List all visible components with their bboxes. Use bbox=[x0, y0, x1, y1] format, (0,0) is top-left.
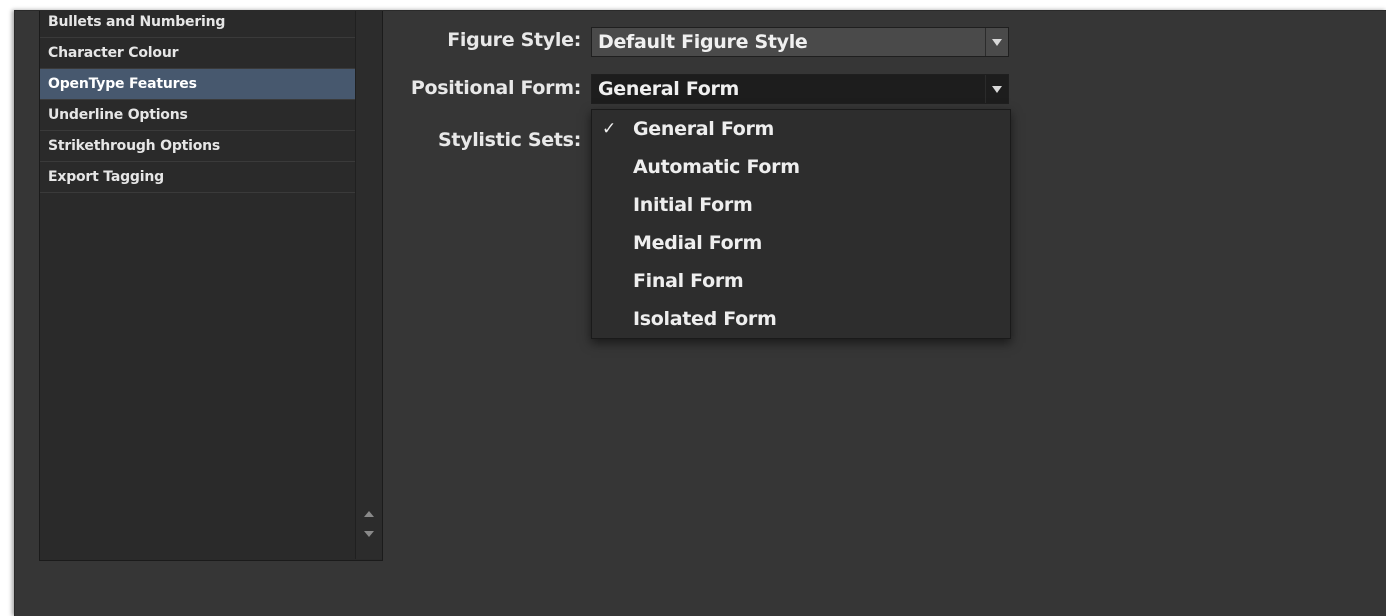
category-character-colour[interactable]: Character Colour bbox=[40, 38, 355, 69]
menu-item-label: General Form bbox=[633, 118, 775, 140]
scroll-down-icon[interactable] bbox=[364, 531, 374, 537]
category-export-tagging[interactable]: Export Tagging bbox=[40, 162, 355, 193]
positional-form-select[interactable]: General Form bbox=[591, 74, 1009, 104]
checkmark-icon: ✓ bbox=[602, 119, 616, 139]
menu-item-isolated-form[interactable]: Isolated Form bbox=[592, 300, 1010, 338]
category-panel: Bullets and Numbering Character Colour O… bbox=[39, 11, 383, 561]
figure-style-label: Figure Style: bbox=[447, 29, 581, 51]
menu-item-label: Automatic Form bbox=[633, 156, 800, 178]
menu-item-general-form[interactable]: ✓ General Form bbox=[592, 110, 1010, 148]
chevron-down-icon[interactable] bbox=[985, 75, 1008, 103]
character-style-options-dialog: Bullets and Numbering Character Colour O… bbox=[14, 10, 1386, 616]
menu-item-medial-form[interactable]: Medial Form bbox=[592, 224, 1010, 262]
category-strikethrough-options[interactable]: Strikethrough Options bbox=[40, 131, 355, 162]
positional-form-value: General Form bbox=[598, 78, 740, 100]
menu-item-automatic-form[interactable]: Automatic Form bbox=[592, 148, 1010, 186]
stylistic-sets-label: Stylistic Sets: bbox=[437, 129, 581, 151]
positional-form-dropdown-menu: ✓ General Form Automatic Form Initial Fo… bbox=[591, 109, 1011, 339]
category-bullets-and-numbering[interactable]: Bullets and Numbering bbox=[40, 11, 355, 38]
menu-item-label: Medial Form bbox=[633, 232, 762, 254]
scroll-up-icon[interactable] bbox=[364, 511, 374, 517]
category-list: Bullets and Numbering Character Colour O… bbox=[40, 11, 356, 559]
category-opentype-features[interactable]: OpenType Features bbox=[40, 69, 355, 100]
menu-item-initial-form[interactable]: Initial Form bbox=[592, 186, 1010, 224]
menu-item-label: Isolated Form bbox=[633, 308, 777, 330]
menu-item-final-form[interactable]: Final Form bbox=[592, 262, 1010, 300]
positional-form-label: Positional Form: bbox=[410, 77, 581, 99]
category-scrollbar[interactable] bbox=[356, 11, 382, 559]
chevron-down-icon[interactable] bbox=[985, 28, 1008, 56]
category-underline-options[interactable]: Underline Options bbox=[40, 100, 355, 131]
figure-style-value: Default Figure Style bbox=[598, 31, 808, 53]
menu-item-label: Final Form bbox=[633, 270, 744, 292]
figure-style-select[interactable]: Default Figure Style bbox=[591, 27, 1009, 57]
menu-item-label: Initial Form bbox=[633, 194, 753, 216]
